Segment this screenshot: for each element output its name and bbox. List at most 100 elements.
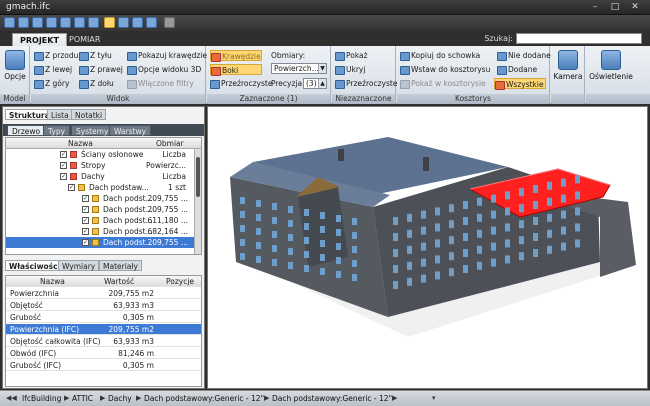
property-row[interactable]: Grubość 0,305 m	[6, 312, 201, 323]
view-front-button[interactable]: Z przodu	[34, 50, 78, 61]
window-mark	[393, 249, 398, 257]
breadcrumb-item[interactable]: Dachy	[108, 394, 132, 403]
scroll-thumb[interactable]	[196, 157, 200, 197]
tab-materials[interactable]: Materiały	[99, 260, 142, 271]
lightbulb-icon	[601, 50, 621, 70]
tree-scrollbar[interactable]	[194, 149, 201, 254]
window-mark	[533, 185, 538, 193]
lighting-button[interactable]: Oświetlenie	[588, 50, 634, 81]
tree-row[interactable]: ✓ Dach podst... 209,755 ...	[6, 193, 196, 204]
breadcrumb-item[interactable]: Dach podstawowy:Generic - 12"	[144, 394, 264, 403]
added-button[interactable]: Dodane	[497, 64, 537, 75]
tree-row[interactable]: ✓ Dach podst... 209,755 ...	[6, 204, 196, 215]
search-input[interactable]	[516, 33, 642, 44]
insert-estimate-button[interactable]: Wstaw do kosztorysu	[400, 64, 490, 75]
building-model[interactable]	[208, 107, 648, 389]
property-row[interactable]: Obwód (IFC) 81,246 m	[6, 348, 201, 359]
options-button[interactable]: Opcje	[3, 50, 27, 81]
breadcrumb-menu-icon[interactable]: ▾	[432, 394, 436, 402]
checkbox[interactable]: ✓	[82, 228, 89, 235]
property-row[interactable]: Objętość 63,933 m3	[6, 300, 201, 311]
tree-row[interactable]: ✓ Dach podstaw... 1 szt	[6, 182, 196, 193]
minimize-button[interactable]: –	[586, 1, 604, 13]
breadcrumb-back-icon[interactable]: ◀◀	[6, 394, 17, 402]
hide-unselected-button[interactable]: Ukryj	[335, 64, 365, 75]
subtab-systems[interactable]: Systemy	[71, 125, 114, 136]
show-edges-button[interactable]: Pokazuj krawędzie	[127, 50, 207, 61]
property-row[interactable]: Grubość (IFC) 0,305 m	[6, 360, 201, 371]
selected-edges-button[interactable]: Krawędzie	[210, 50, 262, 62]
tree-row-selected[interactable]: ✓ Dach podst... 209,755 ...	[6, 237, 196, 248]
open-icon[interactable]	[4, 17, 15, 28]
view-icon[interactable]	[60, 17, 71, 28]
camera-button[interactable]: Kamera	[553, 50, 583, 81]
not-added-button[interactable]: Nie dodane	[497, 50, 551, 61]
property-row[interactable]: Powierzchnia 209,755 m2	[6, 288, 201, 299]
checkbox[interactable]: ✓	[60, 162, 67, 169]
checkbox[interactable]: ✓	[60, 151, 67, 158]
help-icon[interactable]	[146, 17, 157, 28]
tab-list[interactable]: Lista	[47, 109, 73, 120]
show-unselected-button[interactable]: Pokaż	[335, 50, 368, 61]
3d-options-button[interactable]: Opcje widoku 3D	[127, 64, 201, 75]
breadcrumb-item[interactable]: Dach podstawowy:Generic - 12"	[272, 394, 392, 403]
breadcrumb-item[interactable]: ATTIC	[72, 394, 93, 403]
copy-clipboard-button[interactable]: Kopiuj do schowka	[400, 50, 480, 61]
tree-row[interactable]: ✓ Dachy Liczba	[6, 171, 196, 182]
selected-transparent-button[interactable]: Przeźroczyste	[210, 78, 272, 89]
list-icon[interactable]	[88, 17, 99, 28]
tab-notes[interactable]: Notatki	[71, 109, 107, 120]
view-top-button[interactable]: Z góry	[34, 78, 69, 89]
transparent-unselected-button[interactable]: Przeźroczyste	[335, 78, 397, 89]
close-button[interactable]: ✕	[626, 1, 644, 13]
checkbox[interactable]: ✓	[82, 195, 89, 202]
stepper-icon: ▲	[318, 79, 326, 88]
checkbox[interactable]: ✓	[68, 184, 75, 191]
properties-header: Nazwa Wartość Pozycje	[6, 276, 201, 287]
tree-row[interactable]: ✓ Dach podst... 611,180 ...	[6, 215, 196, 226]
view-right-button[interactable]: Z prawej	[79, 64, 123, 75]
tab-properties[interactable]: Właściwości	[5, 260, 65, 271]
view-left-button[interactable]: Z lewej	[34, 64, 72, 75]
customize-dropdown-icon[interactable]	[164, 17, 175, 28]
window-mark	[547, 245, 552, 254]
undo-icon[interactable]	[18, 17, 29, 28]
window-mark	[421, 242, 426, 251]
selected-sides-button[interactable]: Boki	[210, 64, 262, 76]
subtab-tree[interactable]: Drzewo	[7, 125, 46, 136]
checkbox[interactable]: ✓	[82, 217, 89, 224]
checkbox[interactable]: ✓	[82, 239, 89, 246]
select-icon[interactable]	[104, 17, 115, 28]
checkbox[interactable]: ✓	[60, 173, 67, 180]
chevron-right-icon: ▶	[392, 394, 398, 402]
3d-viewport[interactable]	[207, 106, 648, 389]
tab-pomiar[interactable]: POMIAR	[62, 33, 107, 46]
all-button[interactable]: Wszystkie	[494, 78, 546, 90]
measure-icon[interactable]	[118, 17, 129, 28]
breadcrumb-item[interactable]: IfcBuilding	[22, 394, 61, 403]
tree-header-measure: Obmiar	[156, 139, 184, 148]
checkbox[interactable]: ✓	[82, 206, 89, 213]
tree-row[interactable]: ✓ Ściany osłonowe Liczba	[6, 149, 196, 160]
eye-icon[interactable]	[46, 17, 57, 28]
window-mark	[435, 239, 440, 248]
measure-select[interactable]: Powierzch... ▼	[271, 63, 327, 74]
tree-row[interactable]: ✓ Stropy Powierzc...	[6, 160, 196, 171]
property-row-selected[interactable]: Powierzchnia (IFC) 209,755 m2	[6, 324, 201, 335]
layout-icon[interactable]	[74, 17, 85, 28]
show-in-estimate-button[interactable]: Pokaż w kosztorysie	[400, 78, 486, 89]
subtab-types[interactable]: Typy	[43, 125, 71, 136]
window-mark	[256, 256, 261, 263]
tree-row[interactable]: ✓ Dach podst... 682,164 ...	[6, 226, 196, 237]
tab-projekt[interactable]: PROJEKT	[12, 33, 67, 46]
walk-icon[interactable]	[132, 17, 143, 28]
precision-stepper[interactable]: (3) ▲	[303, 78, 327, 89]
redo-icon[interactable]	[32, 17, 43, 28]
property-row[interactable]: Objętość całkowita (IFC) 63,933 m3	[6, 336, 201, 347]
filters-button[interactable]: Włączone filtry	[127, 78, 194, 89]
maximize-button[interactable]: □	[606, 1, 624, 13]
view-bottom-button[interactable]: Z dołu	[79, 78, 114, 89]
tab-dimensions[interactable]: Wymiary	[58, 260, 100, 271]
view-back-button[interactable]: Z tyłu	[79, 50, 112, 61]
subtab-layers[interactable]: Warstwy	[109, 125, 152, 136]
